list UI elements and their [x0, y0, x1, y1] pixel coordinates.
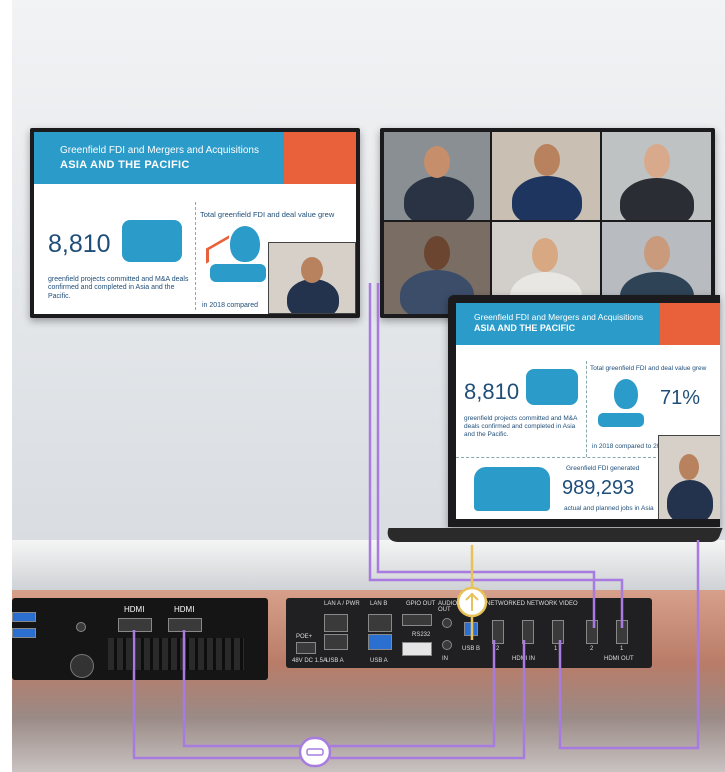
cable-pc-b	[182, 630, 300, 748]
cable-hub-in	[330, 640, 496, 748]
cable-hdmi-out-1	[368, 283, 624, 628]
hdmi-hub-icon	[298, 736, 332, 768]
cable-hdmi-out-2	[376, 283, 596, 628]
cable-pc-a	[132, 630, 300, 760]
cable-diagram	[132, 283, 700, 768]
